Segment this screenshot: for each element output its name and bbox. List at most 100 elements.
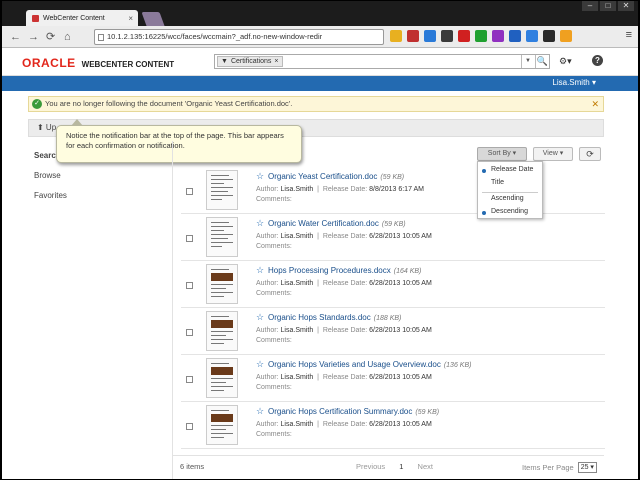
search-filter-chip[interactable]: ▼ Certifications × bbox=[217, 56, 283, 67]
current-page: 1 bbox=[399, 462, 404, 471]
brand-product: WEBCENTER CONTENT bbox=[81, 60, 175, 69]
document-thumbnail[interactable] bbox=[206, 264, 238, 304]
extension-icon[interactable] bbox=[492, 30, 504, 42]
row-checkbox[interactable] bbox=[186, 376, 193, 383]
document-thumbnail[interactable] bbox=[206, 358, 238, 398]
document-row[interactable]: ☆ Organic Hops Standards.doc (188 KB) Autho… bbox=[181, 308, 605, 355]
meta-separator: | bbox=[317, 186, 319, 193]
upload-button[interactable]: ⬆ Up bbox=[37, 123, 56, 132]
filter-clear-icon[interactable]: × bbox=[274, 57, 278, 67]
funnel-icon: ▼ bbox=[221, 57, 228, 65]
extension-icon[interactable] bbox=[441, 30, 453, 42]
reload-icon[interactable]: ⟳ bbox=[46, 30, 55, 44]
document-name[interactable]: Organic Water Certification.doc bbox=[268, 219, 379, 228]
items-per-page-select[interactable]: 25 ▾ bbox=[577, 462, 597, 473]
extension-icon[interactable] bbox=[407, 30, 419, 42]
favorite-star-icon[interactable]: ☆ bbox=[256, 218, 264, 229]
address-bar[interactable]: 10.1.2.135:16225/wcc/faces/wccmain?_adf.… bbox=[94, 29, 384, 45]
document-meta: Author: Lisa.Smith | Release Date: 8/8/2… bbox=[256, 186, 424, 193]
selected-dot-icon bbox=[482, 211, 486, 215]
browser-tab-webcenter[interactable]: WebCenter Content × bbox=[26, 10, 138, 26]
document-row[interactable]: ☆ Hops Processing Procedures.docx (164 KB)… bbox=[181, 261, 605, 308]
row-checkbox[interactable] bbox=[186, 329, 193, 336]
document-row[interactable]: ☆ Organic Water Certification.doc (59 KB) A… bbox=[181, 214, 605, 261]
list-footer: 6 items Previous 1 Next Items Per Page 2… bbox=[172, 455, 604, 477]
tools-menu-icon[interactable]: ⚙▾ bbox=[559, 56, 572, 67]
document-meta: Author: Lisa.Smith | Release Date: 6/28/… bbox=[256, 233, 432, 240]
document-name[interactable]: Hops Processing Procedures.docx bbox=[268, 266, 391, 275]
search-input[interactable]: ▼ Certifications × ▼ 🔍 bbox=[214, 54, 550, 69]
sidebar-item-browse[interactable]: Browse bbox=[34, 171, 61, 180]
close-window-button[interactable]: ✕ bbox=[618, 1, 634, 11]
comments-label: Comments: bbox=[256, 337, 292, 344]
document-thumbnail[interactable] bbox=[206, 217, 238, 257]
document-name[interactable]: Organic Hops Standards.doc bbox=[268, 313, 371, 322]
extension-icon[interactable] bbox=[390, 30, 402, 42]
notification-close-icon[interactable]: ✕ bbox=[591, 97, 599, 111]
release-date-value: 6/28/2013 10:05 AM bbox=[369, 280, 432, 287]
sidebar-item-favorites[interactable]: Favorites bbox=[34, 191, 67, 200]
user-menu[interactable]: Lisa.Smith ▾ bbox=[552, 78, 596, 87]
back-arrow-icon[interactable]: ← bbox=[10, 30, 21, 44]
document-thumbnail[interactable] bbox=[206, 170, 238, 210]
sort-option-release-date[interactable]: Release Date bbox=[491, 166, 533, 173]
search-icon[interactable]: 🔍 bbox=[535, 55, 549, 68]
tab-close-icon[interactable]: × bbox=[128, 14, 138, 23]
document-name[interactable]: Organic Yeast Certification.doc bbox=[268, 172, 377, 181]
row-checkbox[interactable] bbox=[186, 282, 193, 289]
check-icon: ✓ bbox=[32, 99, 42, 109]
document-name-link[interactable]: Organic Water Certification.doc (59 KB) bbox=[268, 219, 406, 228]
author-label: Author: bbox=[256, 186, 279, 193]
document-size: (188 KB) bbox=[373, 315, 402, 322]
view-button[interactable]: View ▾ bbox=[533, 147, 573, 161]
sort-option-title[interactable]: Title bbox=[491, 179, 504, 186]
sort-menu: Release Date Title Ascending Descending bbox=[477, 161, 543, 219]
forward-arrow-icon[interactable]: → bbox=[28, 30, 39, 44]
new-tab-button[interactable] bbox=[141, 12, 165, 26]
document-name-link[interactable]: Organic Yeast Certification.doc (59 KB) bbox=[268, 172, 404, 181]
row-checkbox[interactable] bbox=[186, 423, 193, 430]
document-row[interactable]: ☆ Organic Hops Certification Summary.doc(… bbox=[181, 402, 605, 449]
minimize-button[interactable]: – bbox=[582, 1, 598, 11]
help-icon[interactable]: ? bbox=[592, 55, 603, 66]
home-icon[interactable]: ⌂ bbox=[64, 30, 71, 44]
sort-by-button[interactable]: Sort By ▾ bbox=[477, 147, 527, 161]
search-dropdown-icon[interactable]: ▼ bbox=[521, 55, 534, 68]
document-name-link[interactable]: Hops Processing Procedures.docx (164 KB) bbox=[268, 266, 421, 275]
document-name-link[interactable]: Organic Hops Varieties and Usage Overvie… bbox=[268, 360, 471, 369]
sidebar-item-search[interactable]: Searc bbox=[34, 151, 56, 160]
next-link[interactable]: Next bbox=[418, 462, 433, 471]
extension-icon[interactable] bbox=[543, 30, 555, 42]
document-thumbnail[interactable] bbox=[206, 311, 238, 351]
row-checkbox[interactable] bbox=[186, 188, 193, 195]
document-name[interactable]: Organic Hops Certification Summary.doc bbox=[268, 407, 412, 416]
extension-icon[interactable] bbox=[509, 30, 521, 42]
extension-icon[interactable] bbox=[560, 30, 572, 42]
document-name[interactable]: Organic Hops Varieties and Usage Overvie… bbox=[268, 360, 441, 369]
previous-link[interactable]: Previous bbox=[356, 462, 385, 471]
document-thumbnail[interactable] bbox=[206, 405, 238, 445]
extension-icon[interactable] bbox=[458, 30, 470, 42]
favorite-star-icon[interactable]: ☆ bbox=[256, 265, 264, 276]
favorite-star-icon[interactable]: ☆ bbox=[256, 359, 264, 370]
row-checkbox[interactable] bbox=[186, 235, 193, 242]
extension-icons bbox=[390, 30, 572, 42]
browser-menu-icon[interactable]: ≡ bbox=[626, 29, 632, 41]
document-name-link[interactable]: Organic Hops Standards.doc (188 KB) bbox=[268, 313, 401, 322]
maximize-button[interactable]: □ bbox=[600, 1, 616, 11]
favorite-star-icon[interactable]: ☆ bbox=[256, 171, 264, 182]
document-name-link[interactable]: Organic Hops Certification Summary.doc (5… bbox=[268, 407, 439, 416]
release-date-value: 6/28/2013 10:05 AM bbox=[369, 421, 432, 428]
document-row[interactable]: ☆ Organic Hops Varieties and Usage Overvi… bbox=[181, 355, 605, 402]
favorite-star-icon[interactable]: ☆ bbox=[256, 312, 264, 323]
sort-option-descending[interactable]: Descending bbox=[491, 208, 528, 215]
extension-icon[interactable] bbox=[526, 30, 538, 42]
comments-label: Comments: bbox=[256, 431, 292, 438]
meta-separator: | bbox=[317, 233, 319, 240]
refresh-icon[interactable]: ⟳ bbox=[579, 147, 601, 161]
sort-option-ascending[interactable]: Ascending bbox=[491, 195, 524, 202]
extension-icon[interactable] bbox=[424, 30, 436, 42]
extension-icon[interactable] bbox=[475, 30, 487, 42]
meta-separator: | bbox=[317, 280, 319, 287]
favorite-star-icon[interactable]: ☆ bbox=[256, 406, 264, 417]
